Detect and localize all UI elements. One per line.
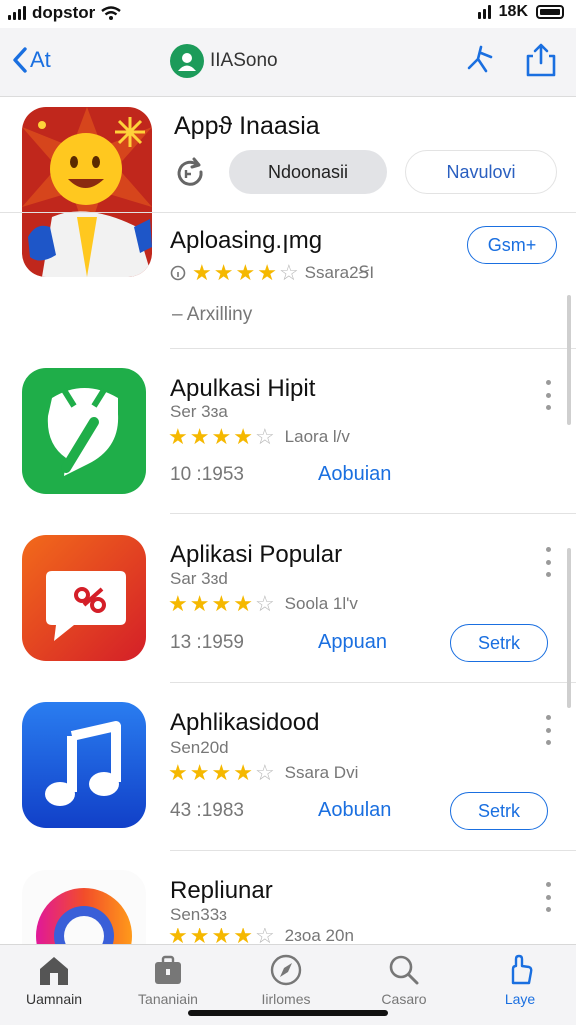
divider xyxy=(170,513,576,514)
scrollbar[interactable] xyxy=(567,295,571,425)
page-title: IIASono xyxy=(210,50,278,71)
hand-icon xyxy=(511,954,533,985)
get-button[interactable]: Setrk xyxy=(450,624,548,662)
share-icon xyxy=(526,43,556,77)
share-button[interactable] xyxy=(524,42,558,83)
cellular-icon xyxy=(477,5,491,19)
more-options-button[interactable] xyxy=(543,715,553,745)
back-button[interactable]: At xyxy=(12,46,51,74)
get-button[interactable]: Setrk xyxy=(450,792,548,830)
app-subtitle: Sen20d xyxy=(170,738,229,757)
tab-explore[interactable]: Iirlomes xyxy=(238,953,334,1007)
sun-mascot-icon xyxy=(22,107,152,277)
music-note-icon xyxy=(22,702,146,828)
divider xyxy=(170,850,576,851)
tab-label: Laye xyxy=(504,991,536,1007)
gesture-icon xyxy=(467,45,493,73)
tab-search[interactable]: Casaro xyxy=(356,953,452,1007)
home-icon xyxy=(40,957,68,985)
app-version: 43 :1983 xyxy=(170,800,244,821)
tab-library[interactable]: Tananiain xyxy=(120,953,216,1007)
info-icon xyxy=(170,265,186,281)
chat-scissors-icon xyxy=(22,535,146,661)
app-rating: ★ ★ ★ ★ ☆ 2ɜoa 20n xyxy=(168,928,354,944)
app-subtitle: Sen33ɜ xyxy=(170,905,227,924)
tab-updates[interactable]: Laye xyxy=(472,953,568,1007)
star-rating: ★ ★ ★ ★ ☆ xyxy=(168,424,275,449)
star-rating: ★ ★ ★ ★ ☆ xyxy=(168,591,275,616)
featured-app-title: Appϑ Inaasia xyxy=(174,112,320,140)
tab-label: Iirlomes xyxy=(261,991,311,1007)
app-version: 10 :1953 xyxy=(170,464,244,485)
more-options-button[interactable] xyxy=(543,547,553,577)
home-indicator xyxy=(188,1010,388,1016)
nav-title-group: IIASono xyxy=(170,44,278,78)
scrollbar[interactable] xyxy=(567,548,571,708)
divider xyxy=(170,348,576,349)
app-icon-2[interactable] xyxy=(22,535,146,661)
rating-text: Soola 1l'v xyxy=(284,594,358,613)
featured-rating: ★ ★ ★ ★ ☆ Ssara2ꞨI xyxy=(170,262,374,284)
refresh-button[interactable] xyxy=(172,156,208,192)
color-ring-icon xyxy=(22,870,146,944)
rating-text: Ssara2ꞨI xyxy=(304,263,375,282)
chip-primary[interactable]: Ndoonasii xyxy=(229,150,387,194)
app-link[interactable]: Aobulan xyxy=(318,799,391,822)
tab-home[interactable]: Uamnain xyxy=(6,953,102,1007)
status-left: dopstor xyxy=(8,3,122,23)
app-icon-3[interactable] xyxy=(22,702,146,828)
app-subtitle: Sar 3ɜd xyxy=(170,569,228,588)
person-icon xyxy=(178,53,196,71)
battery-icon xyxy=(536,5,564,19)
star-rating: ★ ★ ★ ★ ☆ xyxy=(168,928,275,944)
search-icon xyxy=(389,955,419,985)
back-label: At xyxy=(30,47,51,72)
rating-text: Ssara Dvi xyxy=(284,763,359,782)
compass-icon xyxy=(270,954,302,986)
avatar xyxy=(170,44,204,78)
tab-label: Casaro xyxy=(381,991,427,1007)
app-title: Aplikasi Popular xyxy=(170,541,343,568)
rating-text: Laora Ɩ/v xyxy=(284,427,350,446)
app-title: Apulkasi Hipit xyxy=(170,375,316,402)
status-bar: dopstor 18K xyxy=(0,0,576,28)
featured-meta: – Arxilliny xyxy=(172,304,253,325)
featured-subtitle: Aploasing.ꞁmg xyxy=(170,227,323,254)
app-subtitle: Ser 3ɜa xyxy=(170,402,228,421)
divider xyxy=(0,212,576,213)
wifi-icon xyxy=(101,6,122,20)
tab-label: Uamnain xyxy=(25,991,83,1007)
status-right: 18K xyxy=(477,3,564,21)
star-rating: ★ ★ ★ ★ ☆ xyxy=(168,760,275,785)
tab-label: Tananiain xyxy=(138,991,198,1007)
app-version: 13 :1959 xyxy=(170,632,244,653)
chip-secondary[interactable]: Navulovi xyxy=(405,150,557,194)
star-rating: ★ ★ ★ ★ ☆ xyxy=(192,260,299,285)
app-title: Aphlikasidood xyxy=(170,709,320,736)
app-rating: ★ ★ ★ ★ ☆ Soola 1l'v xyxy=(168,593,358,615)
app-rating: ★ ★ ★ ★ ☆ Ssara Dvi xyxy=(168,762,358,784)
app-link[interactable]: Aobuian xyxy=(318,463,391,486)
refresh-icon xyxy=(177,157,203,186)
app-link[interactable]: Appuan xyxy=(318,631,387,654)
more-options-button[interactable] xyxy=(543,882,553,912)
carrier-label: dopstor xyxy=(32,3,96,22)
signal-icon xyxy=(8,6,26,20)
app-rating: ★ ★ ★ ★ ☆ Laora Ɩ/v xyxy=(168,426,350,448)
leaf-icon xyxy=(22,368,146,494)
rating-text: 2ɜoa 20n xyxy=(284,928,354,944)
divider xyxy=(170,682,576,683)
featured-app-icon[interactable] xyxy=(22,107,152,277)
chevron-left-icon xyxy=(13,47,27,73)
app-icon-1[interactable] xyxy=(22,368,146,494)
more-options-button[interactable] xyxy=(543,380,553,410)
app-icon-4[interactable] xyxy=(22,870,146,944)
accessibility-button[interactable] xyxy=(464,44,498,83)
navigation-bar: At IIASono xyxy=(0,28,576,97)
briefcase-icon xyxy=(155,955,181,984)
app-title: Repliunar xyxy=(170,877,273,904)
get-button[interactable]: Gsm+ xyxy=(467,226,557,264)
battery-label: 18K xyxy=(498,3,528,20)
